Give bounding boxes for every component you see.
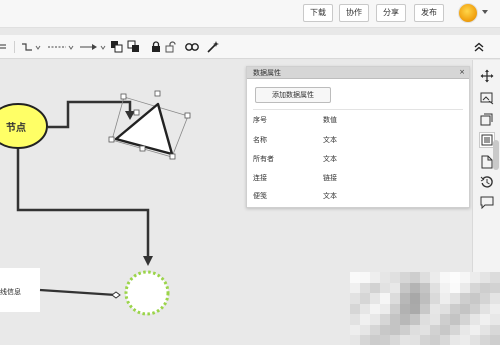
connector-arrowhead xyxy=(125,111,135,120)
close-icon[interactable]: × xyxy=(459,68,465,76)
property-type: 文本 xyxy=(323,155,337,163)
node-label: 节点 xyxy=(6,123,26,134)
layers-icon[interactable] xyxy=(479,112,495,128)
mosaic-image xyxy=(350,272,500,345)
panel-header: 数据属性 × xyxy=(247,67,469,79)
property-type: 链接 xyxy=(323,174,337,182)
connector-line xyxy=(16,148,150,258)
history-icon[interactable] xyxy=(479,174,495,190)
property-name: 连接 xyxy=(253,174,267,182)
property-type: 文本 xyxy=(323,136,337,144)
property-row[interactable]: 便笺 文本 xyxy=(253,191,463,203)
navigate-icon[interactable] xyxy=(479,68,495,84)
connector-endpoint xyxy=(111,291,121,299)
property-row[interactable]: 所有者 文本 xyxy=(253,154,463,166)
property-name: 序号 xyxy=(253,116,267,124)
property-name: 便笺 xyxy=(253,192,267,200)
property-name: 所有者 xyxy=(253,155,274,163)
add-attribute-button[interactable]: 添加数据属性 xyxy=(255,87,331,103)
panel-title: 数据属性 xyxy=(253,69,281,77)
property-row[interactable]: 名称 文本 xyxy=(253,135,463,147)
image-icon[interactable] xyxy=(479,90,495,106)
property-row[interactable]: 连接 链接 xyxy=(253,173,463,185)
property-row[interactable]: 序号 数值 xyxy=(253,115,463,127)
property-name: 名称 xyxy=(253,136,267,144)
connector-line xyxy=(39,288,117,297)
connector-line xyxy=(48,100,132,129)
data-attributes-panel: 数据属性 × 添加数据属性 序号 数值 名称 文本 所有者 文本 连接 链接 便… xyxy=(246,66,470,208)
connector-arrowhead xyxy=(143,256,153,266)
property-type: 数值 xyxy=(323,116,337,124)
property-type: 文本 xyxy=(323,192,337,200)
vertical-scrollbar[interactable] xyxy=(493,140,499,170)
dashed-circle xyxy=(124,270,170,316)
comment-icon[interactable] xyxy=(479,194,495,210)
